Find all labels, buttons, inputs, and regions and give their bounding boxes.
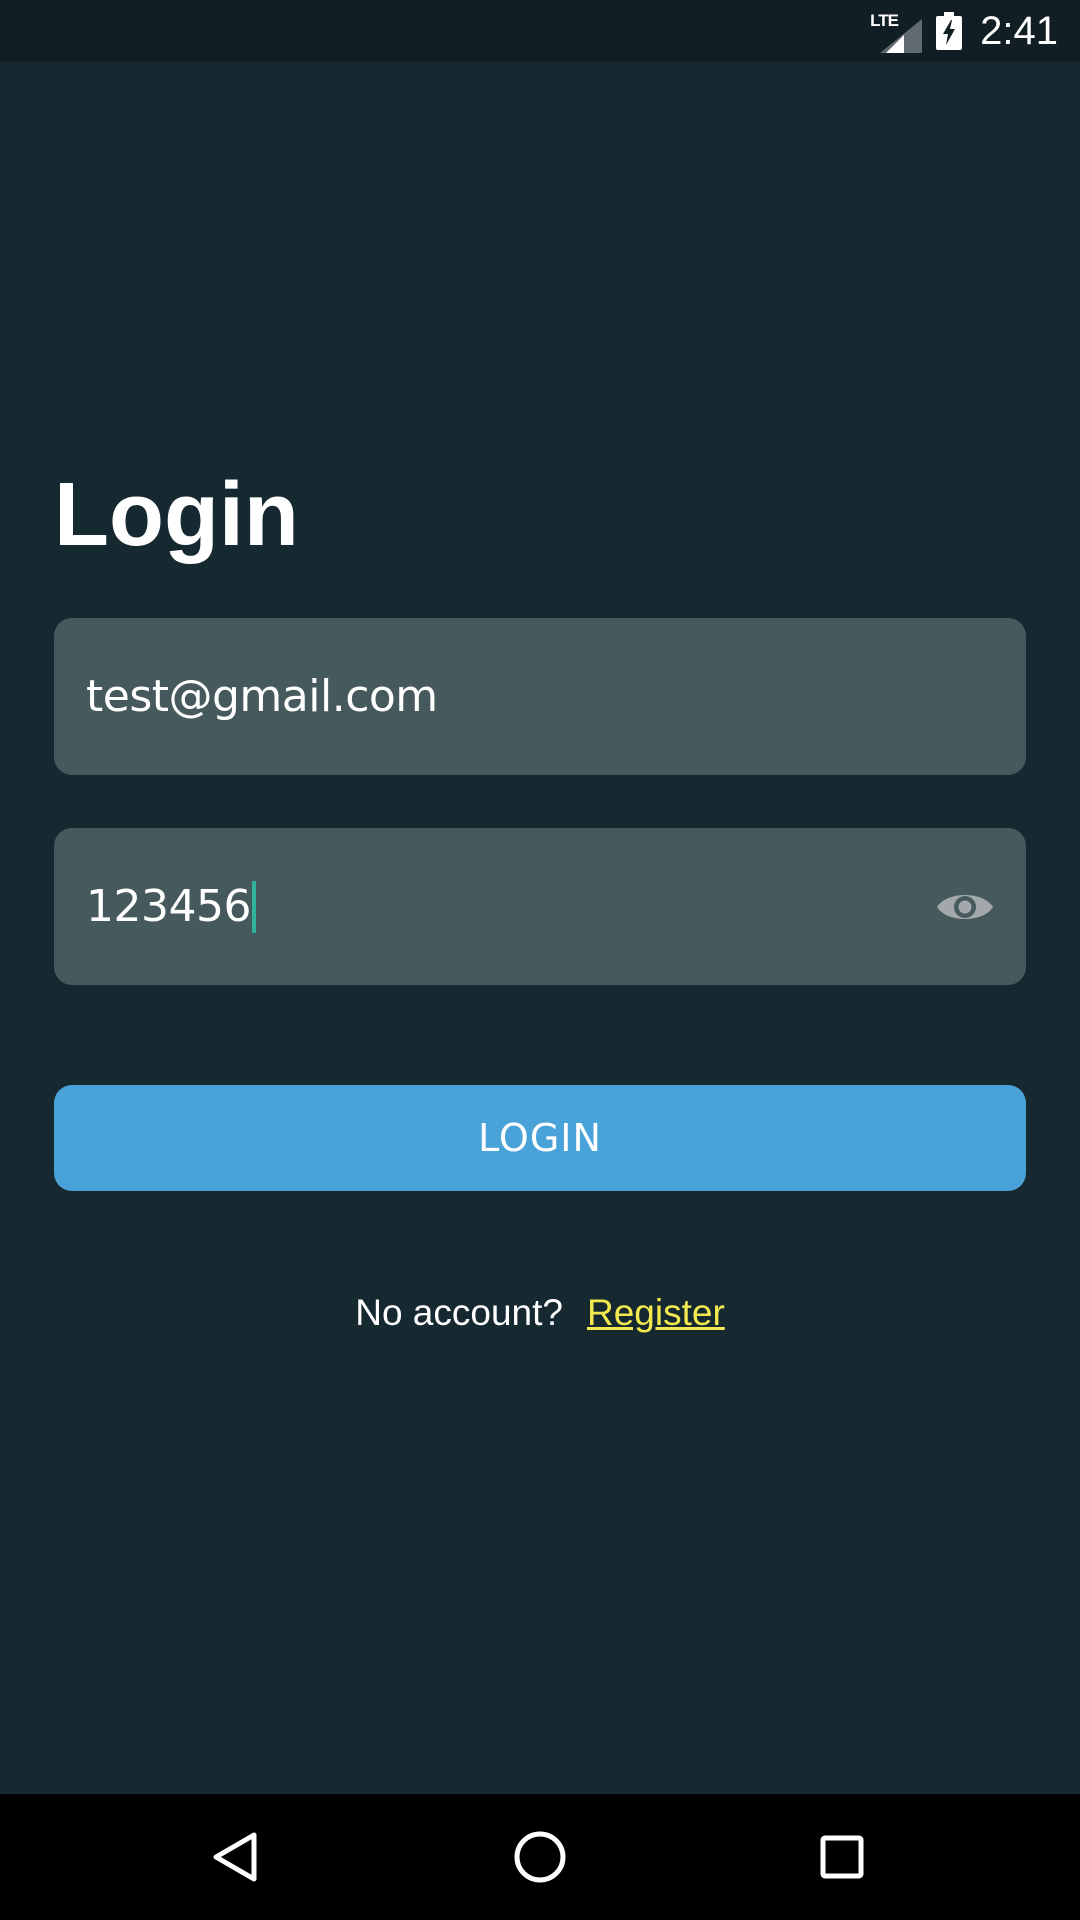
- email-field[interactable]: test@gmail.com: [54, 618, 1026, 775]
- register-row: No account? Register: [0, 1285, 1080, 1341]
- status-time: 2:41: [980, 8, 1058, 53]
- password-value-wrap: 123456: [86, 880, 934, 933]
- page-title: Login: [54, 465, 299, 565]
- email-value: test@gmail.com: [86, 671, 438, 722]
- back-icon[interactable]: [206, 1827, 266, 1887]
- login-screen: LTE 2:41 Login test@gmail.com 123456 LOG…: [0, 0, 1080, 1920]
- login-button[interactable]: LOGIN: [54, 1085, 1026, 1191]
- battery-charging-icon: [936, 12, 963, 50]
- password-value: 123456: [86, 881, 251, 932]
- text-caret: [251, 880, 256, 933]
- recents-icon[interactable]: [812, 1827, 872, 1887]
- no-account-label: No account?: [355, 1292, 563, 1333]
- status-bar: LTE 2:41: [0, 0, 1080, 62]
- register-link[interactable]: Register: [587, 1292, 725, 1334]
- home-icon[interactable]: [510, 1827, 570, 1887]
- email-value-wrap: test@gmail.com: [86, 671, 996, 722]
- eye-icon[interactable]: [934, 885, 996, 929]
- navigation-bar: [0, 1794, 1080, 1920]
- password-field[interactable]: 123456: [54, 828, 1026, 985]
- lte-signal-icon: LTE: [870, 11, 923, 53]
